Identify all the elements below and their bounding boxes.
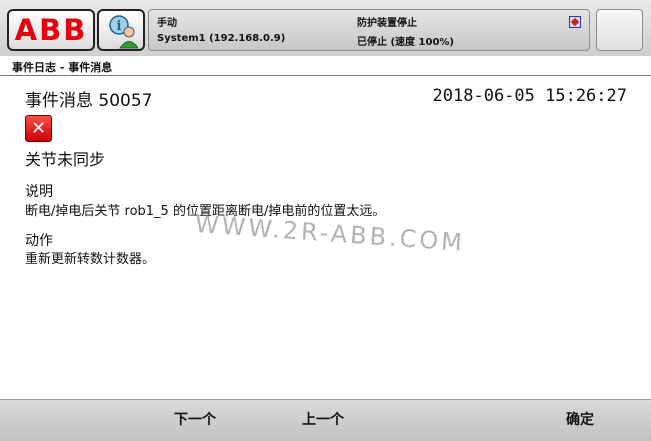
window-title: 事件日志 - 事件消息: [12, 61, 113, 74]
run-state-text: 已停止 (速度 100%): [357, 37, 454, 48]
top-bar: ABB i 手动 System1 (192.168.0.9) 防护装置停止 已停…: [0, 0, 651, 57]
event-message-panel: 事件消息 50057 2018-06-05 15:26:27 ✕ 关节未同步 说…: [0, 76, 651, 398]
action-text: 重新更新转数计数器。: [25, 252, 156, 267]
error-x-icon: ✕: [25, 115, 52, 142]
ok-button[interactable]: 确定: [540, 400, 620, 441]
system-text: System1 (192.168.0.9): [157, 33, 286, 44]
operator-icon: i: [109, 15, 139, 49]
abb-logo: ABB: [14, 12, 88, 47]
description-label: 说明: [25, 184, 53, 200]
window-title-row: 事件日志 - 事件消息: [0, 56, 651, 76]
svg-text:i: i: [117, 19, 122, 34]
close-window-button[interactable]: [596, 9, 643, 51]
mode-text: 手动: [157, 18, 177, 29]
previous-button[interactable]: 上一个: [278, 400, 368, 441]
abb-menu-button[interactable]: ABB: [7, 9, 95, 51]
bottom-command-bar: 下一个 上一个 确定: [0, 399, 651, 441]
action-label: 动作: [25, 233, 53, 249]
message-timestamp: 2018-06-05 15:26:27: [432, 86, 627, 106]
message-title: 事件消息 50057: [25, 91, 153, 111]
next-button[interactable]: 下一个: [150, 400, 240, 441]
safety-state-text: 防护装置停止: [357, 18, 417, 29]
status-bar[interactable]: 手动 System1 (192.168.0.9) 防护装置停止 已停止 (速度 …: [148, 9, 590, 51]
quickset-icon[interactable]: [569, 16, 581, 28]
operator-window-button[interactable]: i: [97, 9, 145, 51]
message-headline: 关节未同步: [25, 150, 106, 169]
